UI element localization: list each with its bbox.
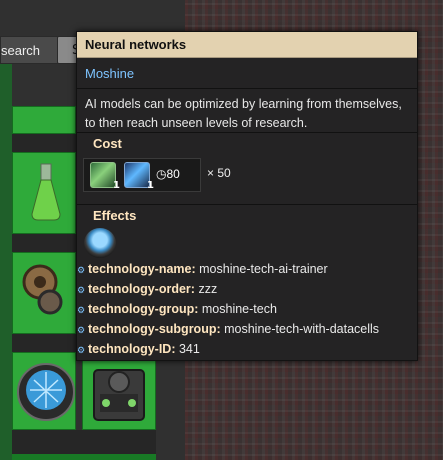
effect-key: technology-group: [88,302,199,316]
effect-key: technology-subgroup: [88,322,221,336]
divider [77,132,417,133]
gear-icon: ⚙ [77,305,86,315]
effect-row: ⚙ technology-group: moshine-tech [77,302,277,322]
cost-section: Cost 1 1 ◷80 × 50 [77,132,417,202]
ai-trainer-icon [84,228,116,258]
effect-row: ⚙ technology-order: zzz [77,282,217,302]
tooltip-title: Neural networks [77,32,417,58]
tech-tile-cost [12,234,76,252]
description-line: AI models can be optimized by learning f… [85,97,402,111]
science-pack-icon: 1 [124,162,154,191]
effect-value: moshine-tech-with-datacells [224,322,380,336]
research-time: ◷80 [156,167,180,181]
effect-value: moshine-tech-ai-trainer [199,262,328,276]
tech-tile[interactable] [12,106,76,134]
flask-icon [28,162,64,222]
description-line: to then reach unseen levels of research. [85,116,308,130]
cost-label: Cost [93,136,122,151]
gear-icon [18,262,66,316]
gear-icon: ⚙ [77,345,86,355]
search-label: search [1,43,41,58]
ai-trainer-icon [14,360,78,424]
effect-value: 341 [178,342,200,356]
gear-icon: ⚙ [77,325,86,335]
pack-count: 1 [147,180,154,191]
effect-row: ⚙ technology-subgroup: moshine-tech-with-… [77,322,379,342]
science-pack-icon: 1 [90,162,120,191]
effects-section: Effects ⚙ technology-name: moshine-tech-a… [77,204,417,362]
tooltip-mod-name: Moshine [85,66,135,81]
tech-tile-cost [12,334,76,352]
game-screen: { "search": { "label": "search", "button… [0,0,443,460]
effect-key: technology-ID: [88,342,176,356]
gear-icon: ⚙ [77,265,86,275]
cost-box: 1 1 ◷80 [83,158,201,192]
tech-tile-edge [12,454,156,460]
tech-tile-cost [12,134,76,152]
effects-label: Effects [93,208,137,223]
time-value: 80 [166,167,180,181]
tech-list-edge [0,64,12,460]
machine-icon [86,360,152,424]
gear-icon: ⚙ [77,285,86,295]
effect-row: ⚙ technology-ID: 341 [77,342,200,362]
cost-multiplier: × 50 [207,166,231,180]
pack-count: 1 [113,180,120,191]
effect-key: technology-order: [88,282,195,296]
divider [77,204,417,205]
effect-key: technology-name: [88,262,196,276]
effect-row: ⚙ technology-name: moshine-tech-ai-traine… [77,262,328,282]
effect-value: moshine-tech [201,302,277,316]
effect-value: zzz [198,282,218,296]
clock-icon: ◷ [156,167,167,181]
technology-tooltip: Neural networks Moshine AI models can be… [76,31,418,361]
